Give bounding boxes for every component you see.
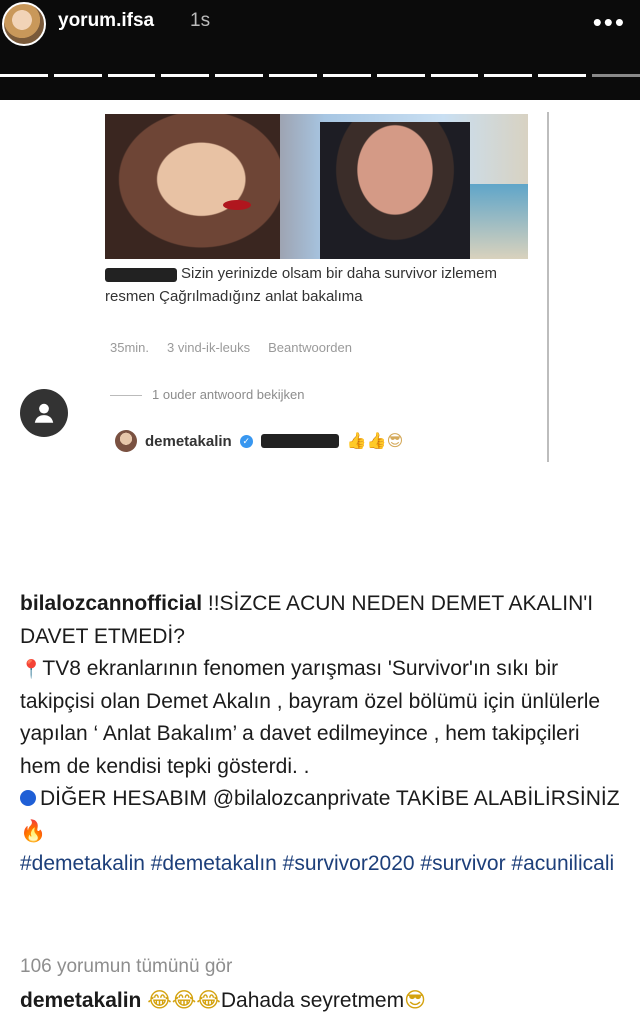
embedded-reply: demetakalin ✓ 👍👍😎: [115, 430, 403, 452]
caption-hashtags[interactable]: #demetakalin #demetakalın #survivor2020 …: [20, 852, 614, 875]
thumbnail-woman: [105, 114, 280, 259]
story-progress-segment: [0, 74, 48, 77]
thumbnail-man: [320, 122, 470, 259]
story-progress-segment: [592, 74, 640, 77]
embedded-screenshot: Sizin yerinizde olsam bir daha survivor …: [0, 112, 640, 542]
story-username[interactable]: yorum.ifsa: [58, 10, 154, 32]
story-avatar[interactable]: [2, 2, 46, 46]
embedded-comment-meta: 35min. 3 vind-ik-leuks Beantwoorden: [110, 340, 352, 355]
redacted-username: [105, 268, 177, 282]
comment-likes[interactable]: 3 vind-ik-leuks: [167, 340, 250, 355]
pin-icon: 📍: [20, 659, 43, 679]
story-progress-segment: [269, 74, 317, 77]
caption-other-account: DİĞER HESABIM @bilalozcanprivate TAKİBE …: [40, 787, 620, 810]
view-all-comments-link[interactable]: 106 yorumun tümünü gör: [20, 956, 232, 978]
story-progress-segment: [538, 74, 587, 77]
verified-badge-icon: ✓: [239, 434, 253, 448]
story-header: yorum.ifsa 1s •••: [0, 0, 640, 100]
reply-username[interactable]: demetakalin: [145, 433, 232, 450]
latest-comment-emoji-end: 😎: [404, 989, 427, 1012]
profile-placeholder-icon: [20, 389, 68, 437]
story-progress-bar: [0, 74, 640, 78]
story-progress-segment: [376, 74, 425, 77]
caption-owner[interactable]: bilalozcannofficial: [20, 592, 202, 615]
card-divider: [547, 112, 549, 462]
story-progress-segment: [107, 74, 156, 77]
story-progress-segment: [322, 74, 371, 77]
blue-circle-icon: [20, 790, 36, 806]
post-caption: bilalozcannofficial !!SİZCE ACUN NEDEN D…: [20, 588, 620, 881]
redacted-mention: [260, 434, 339, 448]
thumbnail-lips: [223, 200, 251, 210]
story-progress-segment: [161, 74, 210, 77]
story-progress-segment: [484, 74, 533, 77]
more-options-icon[interactable]: •••: [593, 9, 626, 35]
story-progress-segment: [215, 74, 264, 77]
reply-divider: [110, 395, 142, 396]
latest-comment-text: Dahada seyretmem: [220, 989, 405, 1012]
thumbnail-sea: [470, 184, 528, 259]
story-timestamp: 1s: [190, 10, 211, 31]
reply-button[interactable]: Beantwoorden: [268, 340, 352, 355]
latest-comment-user[interactable]: demetakalin: [20, 989, 141, 1012]
caption-paragraph: TV8 ekranlarının fenomen yarışması 'Surv…: [20, 657, 601, 778]
latest-comment-emojis: 😂😂😂: [147, 989, 221, 1012]
view-replies-link[interactable]: 1 ouder antwoord bekijken: [152, 387, 305, 402]
story-progress-segment: [430, 74, 479, 77]
comment-time: 35min.: [110, 340, 150, 355]
latest-comment: demetakalin 😂😂😂Dahada seyretmem😎: [20, 988, 426, 1013]
reply-emojis: 👍👍😎: [346, 433, 404, 450]
post-thumbnail: [105, 114, 528, 259]
reply-avatar[interactable]: [115, 430, 137, 452]
story-progress-segment: [53, 74, 102, 77]
fire-icon: 🔥: [20, 819, 47, 843]
